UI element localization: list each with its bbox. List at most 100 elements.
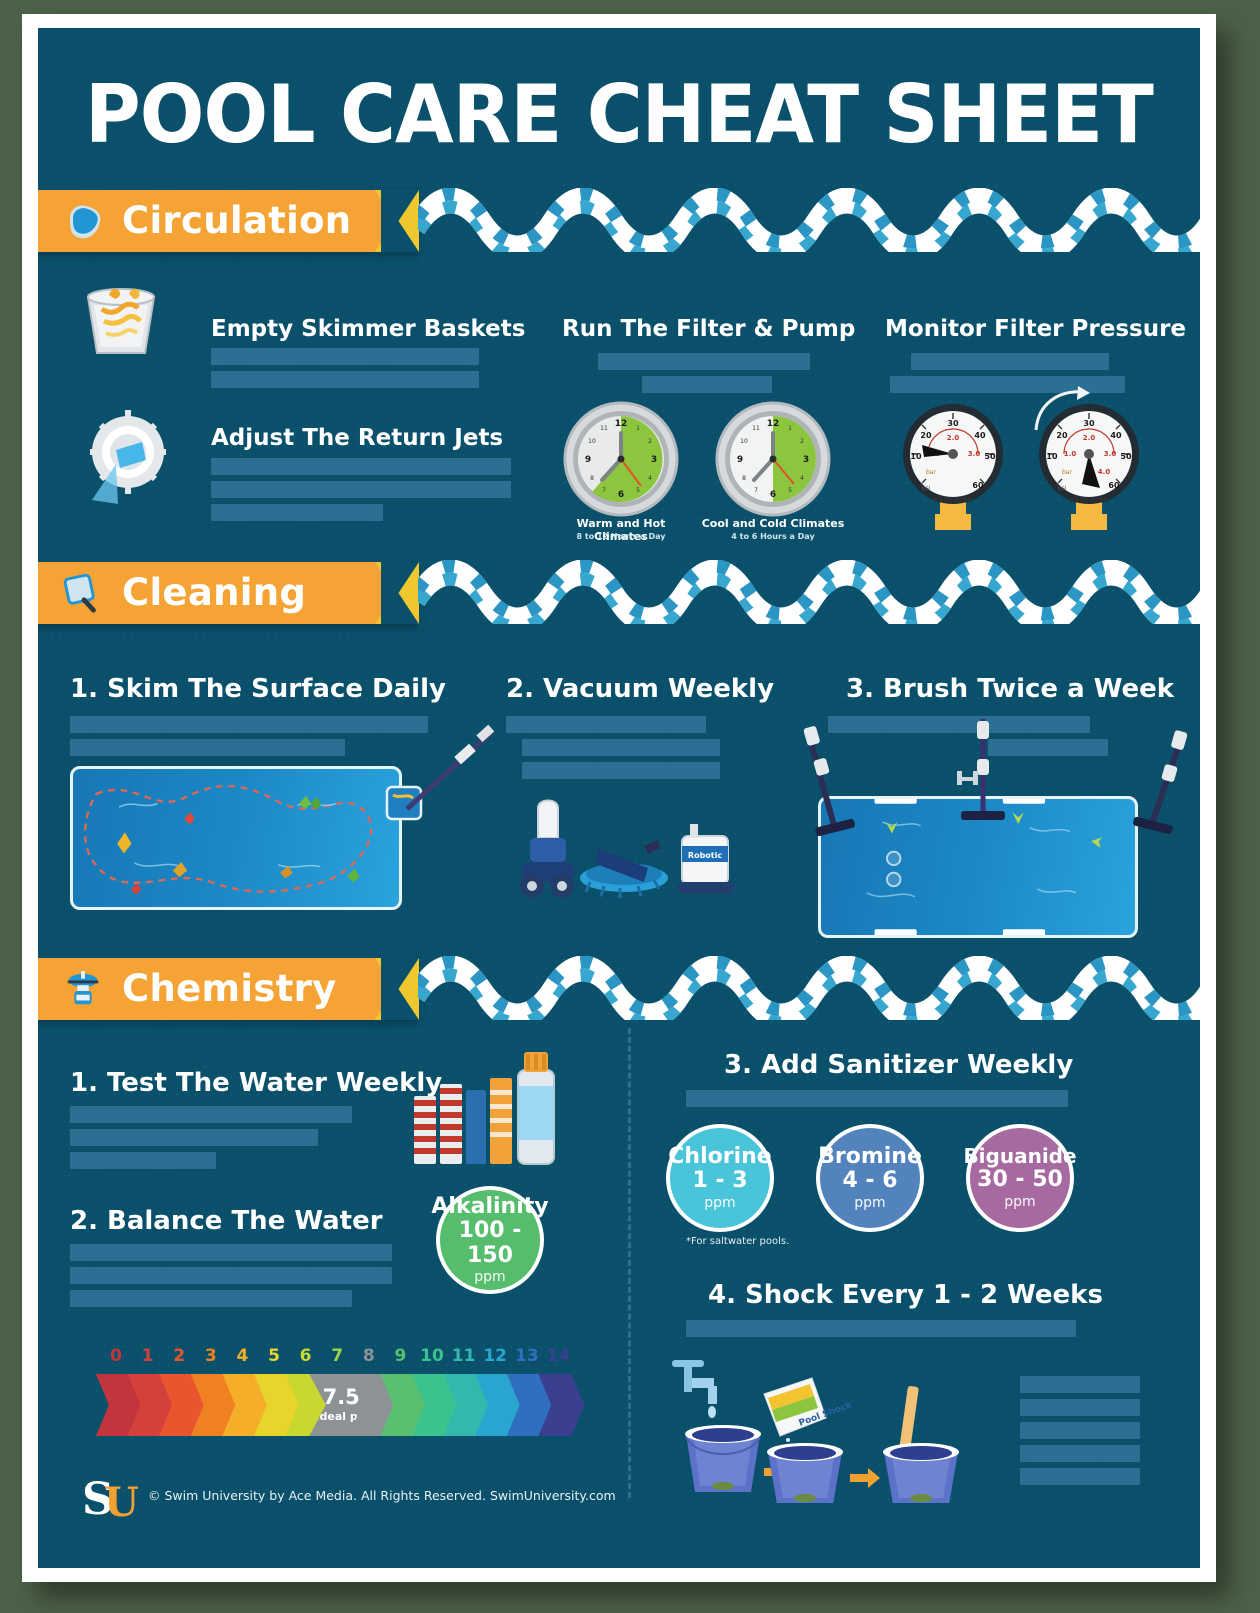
test-strips-and-kit-icon bbox=[414, 1052, 555, 1165]
svg-text:12: 12 bbox=[767, 419, 780, 429]
ph-scale-chevrons: 7.5 Ideal pH bbox=[96, 1374, 585, 1436]
bromine-value: 4 - 6 bbox=[842, 1168, 898, 1194]
svg-text:50: 50 bbox=[984, 452, 996, 461]
chemistry-column-divider bbox=[628, 1028, 631, 1498]
ph-number: 2 bbox=[173, 1346, 186, 1366]
step-title-vacuum-weekly: 2. Vacuum Weekly bbox=[506, 674, 775, 704]
sanitizer-footnote: *For saltwater pools. bbox=[686, 1236, 790, 1247]
redacted-text-line bbox=[911, 353, 1109, 370]
skimmer-basket-icon bbox=[86, 288, 156, 354]
svg-text:4.0: 4.0 bbox=[1098, 468, 1111, 476]
svg-text:7: 7 bbox=[754, 487, 758, 494]
ph-number: 5 bbox=[268, 1346, 280, 1366]
redacted-text-line bbox=[686, 1320, 1076, 1337]
bromine-name: Bromine bbox=[818, 1144, 922, 1170]
svg-text:50: 50 bbox=[1120, 452, 1132, 461]
svg-text:60: 60 bbox=[972, 481, 984, 490]
redacted-text-line bbox=[70, 716, 428, 733]
svg-text:20: 20 bbox=[920, 431, 932, 440]
ph-number: 8 bbox=[362, 1346, 375, 1366]
redacted-text-line bbox=[70, 1244, 392, 1261]
redacted-text-line bbox=[70, 1129, 318, 1146]
svg-text:3.0: 3.0 bbox=[1104, 450, 1117, 458]
section-header-circulation[interactable]: Circulation bbox=[38, 190, 419, 252]
ph-number: 13 bbox=[514, 1346, 539, 1366]
svg-text:4: 4 bbox=[648, 475, 652, 482]
clock-warm-climates-icon: 123 69 12 45 78 1011 bbox=[563, 401, 679, 517]
redacted-text-line bbox=[70, 739, 345, 756]
svg-text:5: 5 bbox=[788, 487, 792, 494]
ph-number: 3 bbox=[204, 1346, 217, 1366]
ph-number: 14 bbox=[546, 1346, 571, 1366]
bromine-unit: ppm bbox=[854, 1194, 886, 1211]
svg-text:6: 6 bbox=[618, 490, 624, 500]
svg-text:1: 1 bbox=[636, 425, 640, 432]
gauge-label: PRESSURE bbox=[934, 496, 972, 504]
redacted-text-line bbox=[1020, 1445, 1140, 1462]
redacted-text-line bbox=[1020, 1376, 1140, 1393]
biguanide-name: Biguanide bbox=[963, 1144, 1077, 1169]
alkalinity-name: Alkalinity bbox=[431, 1193, 549, 1219]
redacted-text-line bbox=[1020, 1422, 1140, 1439]
rope-divider-cleaning bbox=[418, 560, 1200, 624]
svg-text:60: 60 bbox=[1108, 481, 1120, 490]
svg-text:7: 7 bbox=[602, 487, 606, 494]
ph-scale: 0 1 2 3 4 5 6 7 8 9 10 11 12 13 14 7.5 Ideal pH bbox=[96, 1346, 585, 1451]
ph-number: 1 bbox=[141, 1346, 154, 1366]
svg-text:8: 8 bbox=[742, 475, 746, 482]
ph-number: 6 bbox=[299, 1346, 312, 1366]
svg-text:4: 4 bbox=[800, 475, 804, 482]
svg-text:1: 1 bbox=[788, 425, 792, 432]
redacted-text-line bbox=[522, 762, 720, 779]
pool-brush-center-icon bbox=[957, 719, 1005, 820]
svg-text:11: 11 bbox=[600, 425, 608, 432]
step-title-add-sanitizer: 3. Add Sanitizer Weekly bbox=[724, 1050, 1074, 1080]
clock-hours-cool: 4 to 6 Hours a Day bbox=[731, 532, 815, 541]
redacted-text-line bbox=[598, 353, 810, 370]
biguanide-unit: ppm bbox=[1004, 1193, 1036, 1210]
svg-text:30: 30 bbox=[947, 419, 959, 428]
pressure-gauge-rising-icon: 30 20 40 10 50 60 2.0 3.0 1.0 4.0 bar psi PRES… bbox=[1034, 386, 1139, 530]
section-label-circulation: Circulation bbox=[122, 199, 352, 242]
redacted-text-line bbox=[211, 458, 511, 475]
section-header-chemistry[interactable]: Chemistry bbox=[38, 958, 419, 1020]
redacted-text-line bbox=[211, 371, 479, 388]
svg-text:3: 3 bbox=[651, 455, 657, 465]
step-title-shock: 4. Shock Every 1 - 2 Weeks bbox=[708, 1280, 1103, 1310]
alkalinity-value: 100 - 150 bbox=[458, 1217, 522, 1269]
pool-brush-right-icon bbox=[1133, 730, 1188, 835]
item-title-run-filter-pump: Run The Filter & Pump bbox=[562, 316, 856, 342]
redacted-text-line bbox=[70, 1152, 216, 1169]
svg-text:10: 10 bbox=[1046, 452, 1058, 461]
section-header-cleaning[interactable]: Cleaning bbox=[38, 562, 419, 624]
svg-text:2.0: 2.0 bbox=[947, 434, 960, 442]
step-title-brush-twice-week: 3. Brush Twice a Week bbox=[846, 674, 1175, 704]
svg-text:10: 10 bbox=[588, 438, 596, 445]
value-circle-bromine: Bromine 4 - 6 ppm bbox=[816, 1124, 924, 1232]
svg-text:2.0: 2.0 bbox=[1083, 434, 1096, 442]
copyright-text: © Swim University by Ace Media. All Righ… bbox=[148, 1488, 616, 1503]
pool-skimming-diagram bbox=[70, 724, 495, 910]
ph-number: 9 bbox=[394, 1346, 407, 1366]
clock-cool-climates-icon: 123 69 12 45 78 1011 bbox=[715, 401, 831, 517]
svg-text:12: 12 bbox=[615, 419, 628, 429]
step-title-skim-surface: 1. Skim The Surface Daily bbox=[70, 674, 446, 704]
redacted-text-line bbox=[70, 1106, 352, 1123]
svg-text:U: U bbox=[104, 1479, 139, 1522]
section-label-cleaning: Cleaning bbox=[122, 571, 307, 614]
svg-text:3.0: 3.0 bbox=[968, 450, 981, 458]
ph-number: 0 bbox=[110, 1346, 122, 1366]
svg-text:9: 9 bbox=[737, 455, 743, 465]
redacted-text-line bbox=[522, 739, 720, 756]
item-title-adjust-return-jets: Adjust The Return Jets bbox=[211, 425, 504, 451]
rope-divider-circulation bbox=[418, 188, 1200, 252]
value-circle-alkalinity: Alkalinity 100 - 150 ppm bbox=[431, 1186, 549, 1294]
svg-text:bar: bar bbox=[1062, 469, 1072, 476]
value-circle-chlorine: Chlorine 1 - 3 ppm bbox=[666, 1124, 774, 1232]
redacted-text-line bbox=[70, 1267, 392, 1284]
pool-brush-left-icon bbox=[803, 726, 855, 837]
step-title-test-water: 1. Test The Water Weekly bbox=[70, 1068, 443, 1098]
ideal-ph-value: 7.5 bbox=[322, 1385, 360, 1409]
return-jet-icon bbox=[90, 410, 166, 504]
redacted-text-line bbox=[506, 716, 706, 733]
